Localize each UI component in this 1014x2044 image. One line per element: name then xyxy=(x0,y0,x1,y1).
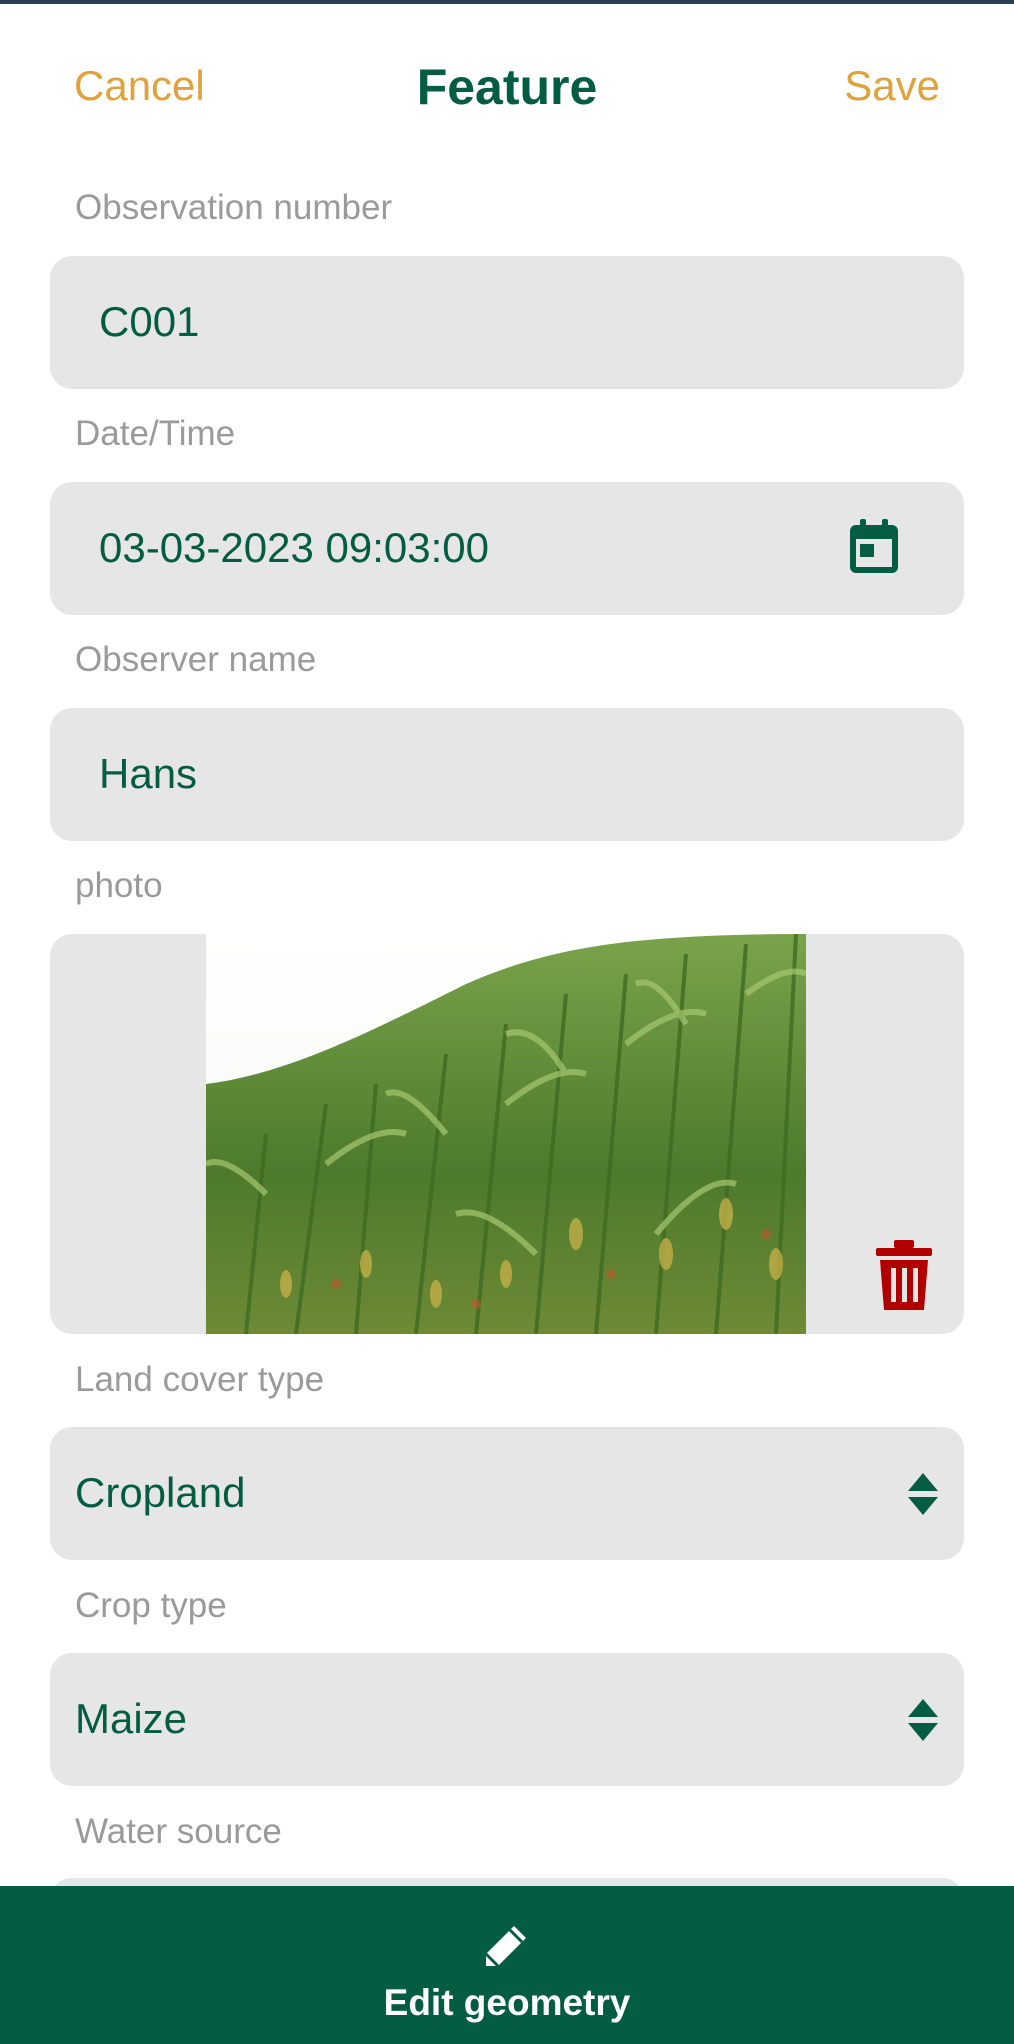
save-button[interactable]: Save xyxy=(844,62,940,110)
edit-geometry-button[interactable]: Edit geometry xyxy=(0,1886,1014,2044)
datetime-value: 03-03-2023 09:03:00 xyxy=(99,524,489,571)
observer-name-label: Observer name xyxy=(75,640,317,679)
observer-name-field[interactable]: Hans xyxy=(50,708,964,841)
edit-geometry-label: Edit geometry xyxy=(383,1982,631,2023)
land-cover-type-select[interactable]: Cropland xyxy=(50,1427,964,1560)
crop-type-select[interactable]: Maize xyxy=(50,1653,964,1786)
datetime-label: Date/Time xyxy=(75,414,236,453)
crop-type-value: Maize xyxy=(75,1695,188,1742)
land-cover-type-label: Land cover type xyxy=(75,1360,325,1399)
photo-field[interactable] xyxy=(50,934,964,1334)
updown-icon xyxy=(908,1699,938,1741)
trash-icon[interactable] xyxy=(874,1240,934,1310)
observation-number-field[interactable]: C001 xyxy=(50,256,964,389)
calendar-icon[interactable] xyxy=(848,519,900,575)
water-source-label: Water source xyxy=(75,1812,282,1851)
land-cover-type-value: Cropland xyxy=(75,1469,246,1516)
maize-field-photo xyxy=(206,934,806,1334)
observer-name-value: Hans xyxy=(99,750,198,797)
datetime-field[interactable]: 03-03-2023 09:03:00 xyxy=(50,482,964,615)
photo-label: photo xyxy=(75,866,163,905)
crop-type-label: Crop type xyxy=(75,1586,227,1625)
updown-icon xyxy=(908,1473,938,1515)
pencil-icon xyxy=(484,1926,526,1968)
observation-number-label: Observation number xyxy=(75,188,393,227)
observation-number-value: C001 xyxy=(99,298,200,345)
header: Cancel Feature Save xyxy=(0,4,1014,164)
